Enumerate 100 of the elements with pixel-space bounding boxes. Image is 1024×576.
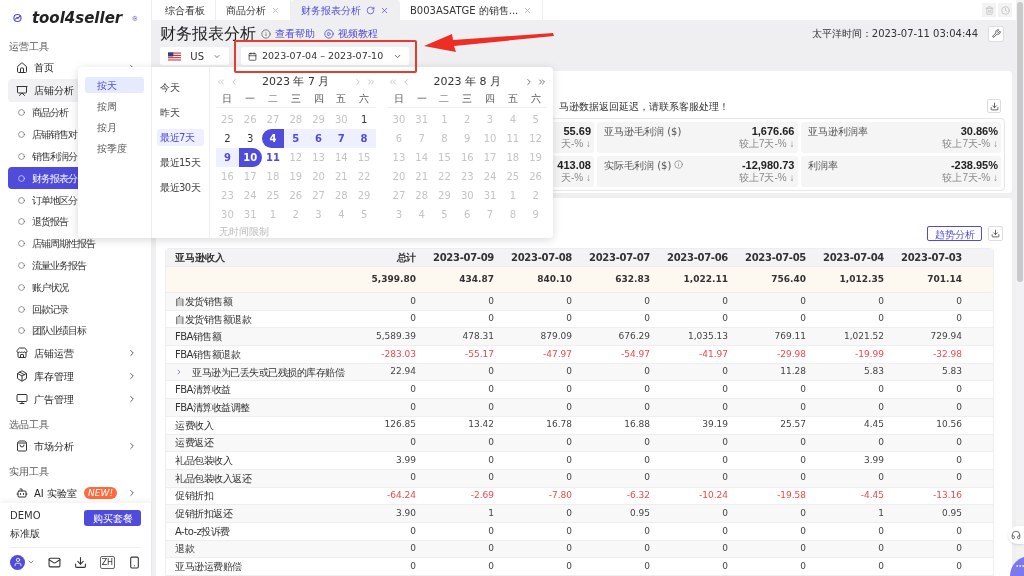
play-icon[interactable] [324, 28, 334, 39]
preset-option[interactable]: 最近15天 [157, 154, 204, 171]
calendar-day[interactable]: 25 [501, 167, 525, 186]
calendar-day[interactable]: 22 [433, 167, 456, 186]
language-button[interactable]: ZH [99, 555, 116, 569]
calendar-day[interactable]: 30 [455, 186, 479, 205]
calendar-day[interactable]: 15 [352, 148, 376, 167]
calendar-day[interactable]: 25 [216, 110, 239, 129]
scrollbar-thumb[interactable] [1017, 2, 1023, 282]
nav-item[interactable]: 首页 [8, 56, 143, 79]
unit-option[interactable]: 按月 [85, 119, 144, 135]
history-button[interactable] [998, 3, 1012, 17]
calendar-day[interactable]: 5 [433, 205, 456, 224]
calendar-day[interactable]: 10 [478, 129, 502, 148]
calendar-day[interactable]: 9 [524, 205, 547, 224]
page-tab[interactable]: 财务报表分析 [291, 0, 400, 20]
calendar-day[interactable]: 12 [284, 148, 308, 167]
preset-option[interactable]: 昨天 [157, 104, 204, 121]
calendar-day[interactable]: 27 [261, 110, 285, 129]
calendar-day[interactable]: 2 [216, 129, 239, 148]
nav-item[interactable]: 广告管理 [8, 387, 143, 411]
nav-subitem[interactable]: 回款记录 [8, 298, 143, 320]
nav-item[interactable]: 店铺运营 [8, 341, 143, 365]
calendar-day[interactable]: 18 [261, 167, 285, 186]
nav-subitem[interactable]: 店铺周期性报告 [8, 232, 143, 255]
calendar-day[interactable]: 11 [501, 129, 525, 148]
calendar-day[interactable]: 26 [524, 167, 547, 186]
date-range-field[interactable]: 2023-07-04 – 2023-07-10 [241, 47, 409, 65]
calendar-day[interactable]: 1 [261, 205, 285, 224]
calendar-day[interactable]: 21 [410, 167, 434, 186]
calendar-day[interactable]: 13 [387, 148, 411, 167]
unit-option[interactable]: 按天 [85, 77, 144, 93]
calendar-day[interactable]: 8 [433, 129, 456, 148]
nav-subitem[interactable]: 账户状况 [8, 276, 143, 299]
wrench-button[interactable] [988, 25, 1004, 42]
calendar-day[interactable]: 2 [524, 186, 547, 205]
calendar-day[interactable]: 16 [216, 167, 239, 186]
calendar-day[interactable]: 27 [307, 186, 330, 205]
calendar-day[interactable]: 17 [478, 148, 502, 167]
next-month-icon[interactable] [524, 77, 534, 87]
export-button[interactable] [988, 226, 1003, 241]
calendar-day[interactable]: 4 [329, 205, 353, 224]
calendar-day[interactable]: 9 [216, 148, 239, 167]
calendar-day[interactable]: 9 [455, 129, 479, 148]
calendar-day[interactable]: 6 [307, 129, 330, 148]
calendar-day[interactable]: 28 [329, 186, 353, 205]
calendar-day[interactable]: 31 [478, 186, 502, 205]
calendar-day[interactable]: 30 [329, 110, 353, 129]
nav-subitem[interactable]: 退货报告 [8, 211, 143, 233]
calendar-day[interactable]: 13 [307, 148, 330, 167]
page-tab[interactable]: 综合看板 [155, 0, 216, 20]
calendar-day[interactable]: 24 [238, 186, 262, 205]
unit-option[interactable]: 按季度 [85, 140, 144, 156]
calendar-day[interactable]: 28 [410, 186, 434, 205]
calendar-day[interactable]: 6 [455, 205, 479, 224]
calendar-day[interactable]: 8 [352, 129, 376, 148]
calendar-day[interactable]: 18 [501, 148, 525, 167]
calendar-day[interactable]: 3 [307, 205, 330, 224]
video-link[interactable]: 视频教程 [338, 26, 378, 41]
help-link[interactable]: 查看帮助 [275, 26, 315, 41]
close-icon[interactable] [380, 5, 389, 15]
nav-subitem[interactable]: 流量业务报告 [8, 254, 143, 277]
buy-plan-button[interactable]: 购买套餐 [84, 510, 141, 526]
download-icon[interactable] [73, 555, 87, 569]
calendar-day[interactable]: 1 [352, 110, 376, 129]
calendar-day[interactable]: 4 [501, 110, 525, 129]
close-icon[interactable] [271, 5, 280, 15]
nav-item[interactable]: AI 实验室 NEW! [8, 481, 143, 503]
calendar-day[interactable]: 2 [284, 205, 308, 224]
calendar-day[interactable]: 16 [455, 148, 479, 167]
calendar-day[interactable]: 30 [216, 205, 239, 224]
calendar-day[interactable]: 31 [410, 110, 434, 129]
caret-icon[interactable] [27, 558, 35, 566]
calendar-day[interactable]: 6 [387, 129, 411, 148]
preset-option[interactable]: 最近7天 [157, 129, 204, 146]
calendar-day[interactable]: 10 [238, 148, 262, 167]
country-select[interactable]: US [160, 47, 229, 65]
calendar-day[interactable]: 20 [387, 167, 411, 186]
calendar-day[interactable]: 31 [238, 205, 262, 224]
calendar-day[interactable]: 3 [238, 129, 262, 148]
next-year-icon[interactable] [537, 77, 547, 87]
page-tab[interactable]: B003ASATGE 的销售... [400, 0, 544, 20]
calendar-day[interactable]: 17 [238, 167, 262, 186]
calendar-day[interactable]: 5 [524, 110, 547, 129]
preset-option[interactable]: 今天 [157, 79, 204, 96]
nav-subitem[interactable]: 订单地区分 [8, 189, 143, 211]
refresh-icon[interactable] [366, 5, 375, 15]
calendar-day[interactable]: 23 [455, 167, 479, 186]
calendar-day[interactable]: 20 [307, 167, 330, 186]
nav-subitem[interactable]: 团队业绩目标 [8, 319, 143, 342]
calendar-day[interactable]: 24 [478, 167, 502, 186]
calendar-day[interactable]: 29 [307, 110, 330, 129]
phone-icon[interactable] [128, 555, 141, 569]
calendar-day[interactable]: 29 [352, 186, 376, 205]
calendar-day[interactable]: 7 [410, 129, 434, 148]
preset-option[interactable]: 最近30天 [157, 179, 204, 196]
previous-month-icon[interactable] [229, 77, 239, 87]
download-button[interactable] [987, 99, 1001, 113]
close-icon[interactable] [523, 5, 533, 15]
calendar-day[interactable]: 4 [410, 205, 434, 224]
